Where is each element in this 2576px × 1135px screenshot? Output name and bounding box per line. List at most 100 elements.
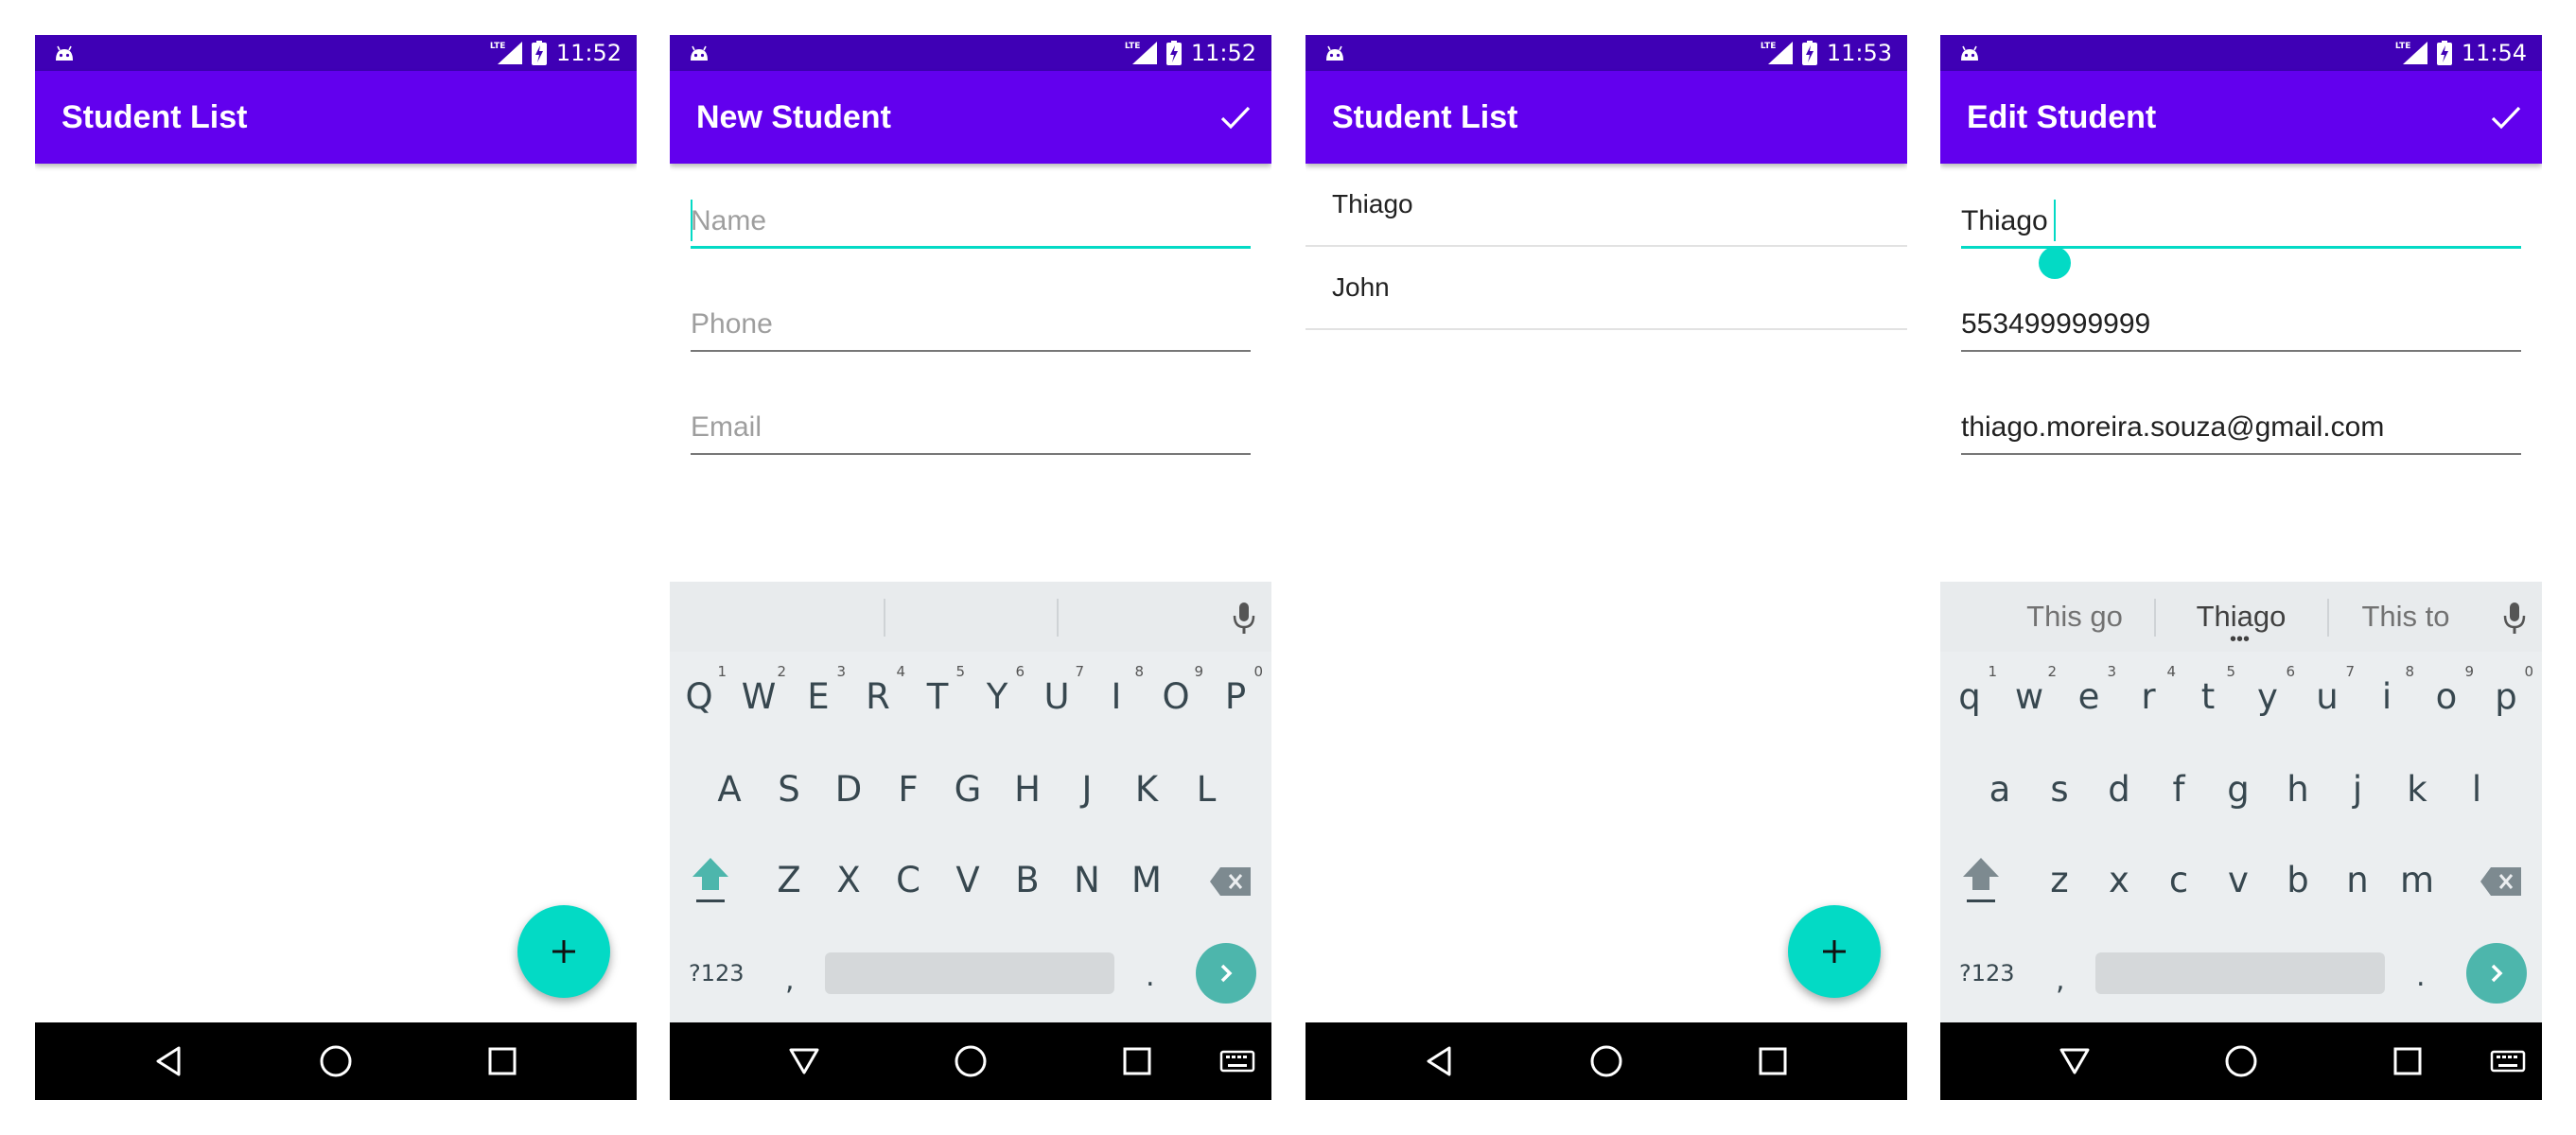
key-j[interactable]: j bbox=[2328, 752, 2387, 828]
student-list-item[interactable]: John bbox=[1306, 247, 1907, 330]
key-z[interactable]: z bbox=[2030, 843, 2089, 918]
add-student-fab[interactable] bbox=[517, 905, 610, 998]
key-s[interactable]: S bbox=[760, 752, 818, 828]
key-j[interactable]: J bbox=[1058, 752, 1116, 828]
key-d[interactable]: d bbox=[2090, 752, 2148, 828]
key-p[interactable]: P0 bbox=[1206, 659, 1265, 735]
key-g[interactable]: g bbox=[2209, 752, 2268, 828]
key-v[interactable]: V bbox=[938, 843, 997, 918]
key-r[interactable]: r4 bbox=[2119, 659, 2178, 735]
more-suggestions-dots[interactable]: ••• bbox=[2230, 630, 2250, 649]
key-n[interactable]: n bbox=[2328, 843, 2387, 918]
back-down-icon[interactable] bbox=[2056, 1042, 2094, 1080]
key-k[interactable]: k bbox=[2388, 752, 2446, 828]
home-icon[interactable] bbox=[952, 1042, 990, 1080]
key-i[interactable]: i8 bbox=[2357, 659, 2416, 735]
recents-icon[interactable] bbox=[2389, 1042, 2427, 1080]
key-s[interactable]: s bbox=[2030, 752, 2089, 828]
key-h[interactable]: H bbox=[998, 752, 1057, 828]
key-b[interactable]: B bbox=[998, 843, 1057, 918]
back-down-icon[interactable] bbox=[785, 1042, 823, 1080]
symbols-key[interactable]: ?123 bbox=[689, 960, 745, 987]
key-t[interactable]: T5 bbox=[908, 659, 967, 735]
key-w[interactable]: w2 bbox=[2000, 659, 2059, 735]
battery-charging-icon bbox=[531, 41, 547, 65]
recents-icon[interactable] bbox=[483, 1042, 521, 1080]
key-o[interactable]: O9 bbox=[1147, 659, 1205, 735]
screen-edit-student: LTE 11:54 Edit Student Thiago 5534999999… bbox=[1940, 35, 2542, 1100]
check-icon[interactable] bbox=[2489, 100, 2523, 134]
key-u[interactable]: U7 bbox=[1027, 659, 1086, 735]
check-icon[interactable] bbox=[1218, 100, 1253, 134]
email-field[interactable]: thiago.moreira.souza@gmail.com bbox=[1961, 389, 2521, 455]
name-field[interactable]: Thiago bbox=[1961, 183, 2521, 249]
key-y[interactable]: y6 bbox=[2238, 659, 2297, 735]
key-f[interactable]: F bbox=[879, 752, 938, 828]
key-a[interactable]: a bbox=[1971, 752, 2029, 828]
spacebar[interactable] bbox=[825, 952, 1114, 994]
key-a[interactable]: A bbox=[700, 752, 759, 828]
key-u[interactable]: u7 bbox=[2298, 659, 2357, 735]
key-d[interactable]: D bbox=[819, 752, 878, 828]
backspace-icon[interactable] bbox=[1209, 865, 1253, 898]
key-m[interactable]: M bbox=[1117, 843, 1176, 918]
microphone-icon[interactable] bbox=[1232, 601, 1256, 635]
suggestion-left[interactable]: This go bbox=[1999, 582, 2150, 652]
key-x[interactable]: X bbox=[819, 843, 878, 918]
comma-key[interactable]: , bbox=[785, 964, 795, 997]
period-key[interactable]: . bbox=[2416, 960, 2426, 993]
phone-field[interactable]: Phone bbox=[691, 286, 1251, 352]
microphone-icon[interactable] bbox=[2502, 601, 2527, 635]
key-z[interactable]: Z bbox=[760, 843, 818, 918]
back-icon[interactable] bbox=[150, 1042, 188, 1080]
key-x[interactable]: x bbox=[2090, 843, 2148, 918]
key-e[interactable]: e3 bbox=[2059, 659, 2118, 735]
key-b[interactable]: b bbox=[2269, 843, 2327, 918]
key-c[interactable]: C bbox=[879, 843, 938, 918]
key-o[interactable]: o9 bbox=[2417, 659, 2476, 735]
key-n[interactable]: N bbox=[1058, 843, 1116, 918]
spacebar[interactable] bbox=[2095, 952, 2385, 994]
enter-key[interactable] bbox=[2466, 943, 2527, 1004]
key-m[interactable]: m bbox=[2388, 843, 2446, 918]
key-i[interactable]: I8 bbox=[1087, 659, 1146, 735]
comma-key[interactable]: , bbox=[2056, 964, 2065, 997]
symbols-key[interactable]: ?123 bbox=[1959, 960, 2015, 987]
keyboard-icon[interactable] bbox=[1218, 1042, 1256, 1080]
key-e[interactable]: E3 bbox=[789, 659, 848, 735]
key-q[interactable]: Q1 bbox=[670, 659, 728, 735]
add-student-fab[interactable] bbox=[1788, 905, 1881, 998]
backspace-icon[interactable] bbox=[2480, 865, 2523, 898]
key-g[interactable]: G bbox=[938, 752, 997, 828]
key-w[interactable]: W2 bbox=[729, 659, 788, 735]
keyboard-icon[interactable] bbox=[2489, 1042, 2527, 1080]
key-v[interactable]: v bbox=[2209, 843, 2268, 918]
cursor-handle[interactable] bbox=[2039, 247, 2071, 279]
student-list-item[interactable]: Thiago bbox=[1306, 164, 1907, 247]
home-icon[interactable] bbox=[317, 1042, 355, 1080]
key-p[interactable]: p0 bbox=[2477, 659, 2535, 735]
name-field[interactable]: Name bbox=[691, 183, 1251, 249]
recents-icon[interactable] bbox=[1118, 1042, 1156, 1080]
key-h[interactable]: h bbox=[2269, 752, 2327, 828]
suggestion-right[interactable]: This to bbox=[2330, 582, 2481, 652]
home-icon[interactable] bbox=[1587, 1042, 1625, 1080]
recents-icon[interactable] bbox=[1754, 1042, 1792, 1080]
key-r[interactable]: R4 bbox=[849, 659, 907, 735]
email-field[interactable]: Email bbox=[691, 389, 1251, 455]
key-f[interactable]: f bbox=[2149, 752, 2208, 828]
enter-key[interactable] bbox=[1196, 943, 1256, 1004]
shift-icon[interactable] bbox=[689, 854, 732, 907]
key-l[interactable]: L bbox=[1177, 752, 1235, 828]
key-t[interactable]: t5 bbox=[2179, 659, 2237, 735]
key-k[interactable]: K bbox=[1117, 752, 1176, 828]
back-icon[interactable] bbox=[1421, 1042, 1459, 1080]
key-c[interactable]: c bbox=[2149, 843, 2208, 918]
key-q[interactable]: q1 bbox=[1940, 659, 1999, 735]
home-icon[interactable] bbox=[2222, 1042, 2260, 1080]
key-y[interactable]: Y6 bbox=[968, 659, 1026, 735]
key-l[interactable]: l bbox=[2447, 752, 2506, 828]
period-key[interactable]: . bbox=[1146, 960, 1155, 993]
shift-icon[interactable] bbox=[1959, 854, 2003, 907]
phone-field[interactable]: 553499999999 bbox=[1961, 286, 2521, 352]
